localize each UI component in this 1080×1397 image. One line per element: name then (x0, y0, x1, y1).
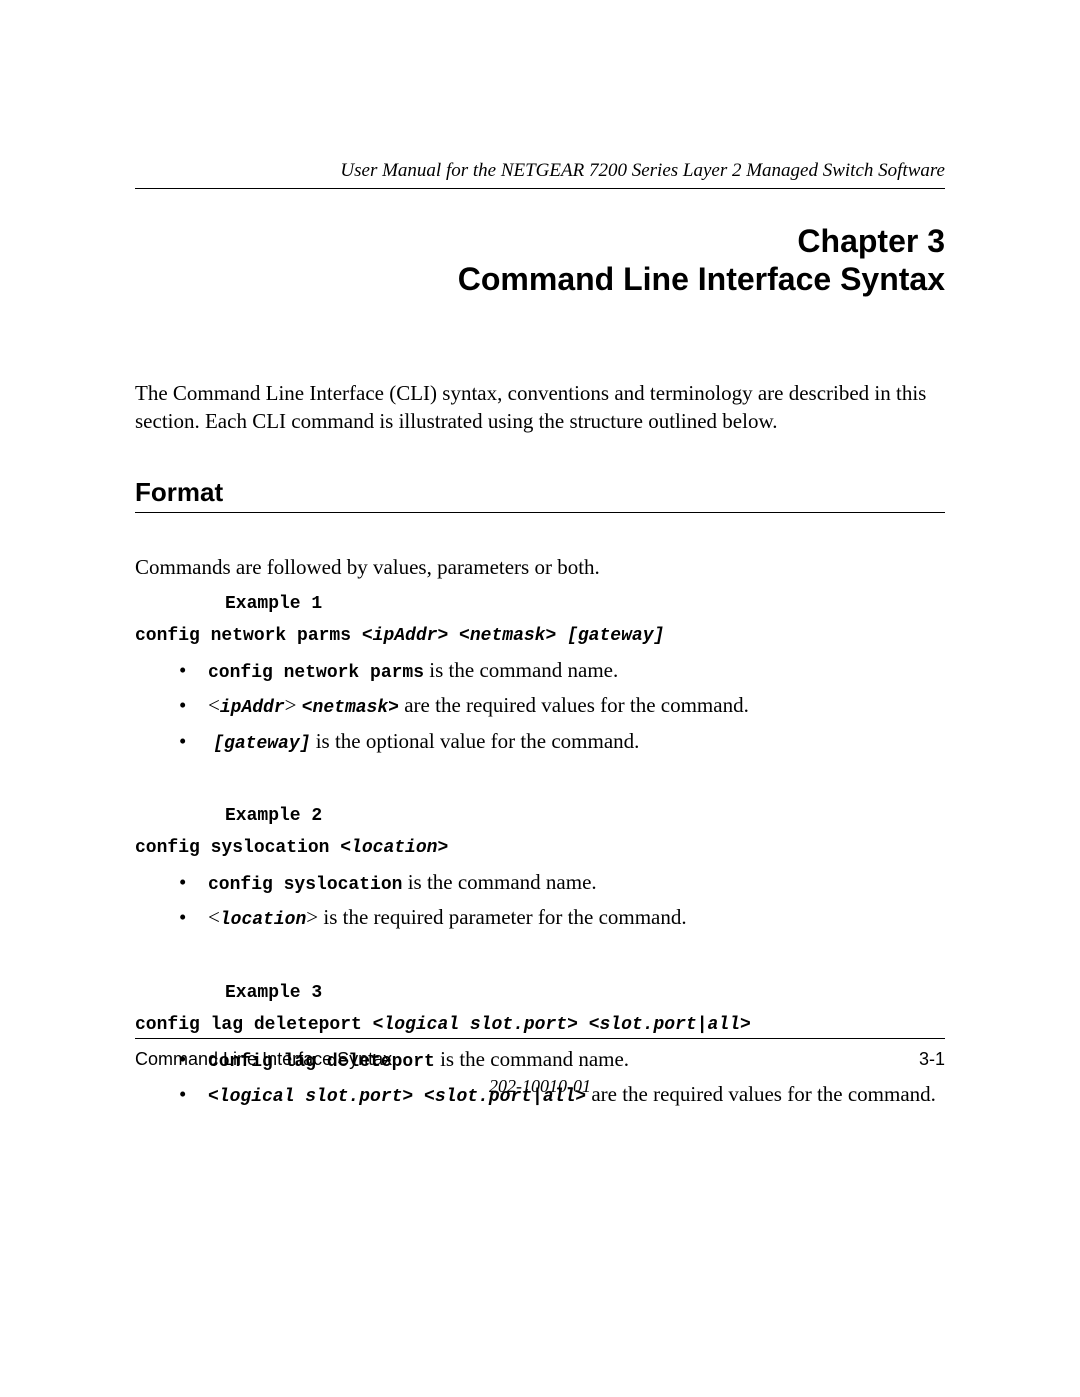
example3-label: Example 3 (225, 983, 945, 1003)
example1-label: Example 1 (225, 594, 945, 614)
example1-b1-cmd: config network parms (208, 663, 424, 683)
example1-bullets: config network parms is the command name… (175, 656, 945, 756)
angle-close: > (740, 1015, 751, 1035)
angle-open: < (208, 693, 220, 717)
example3-cmd-arg2: slot.port|all (600, 1015, 740, 1035)
example2-cmd-arg: location (351, 838, 437, 858)
running-header: User Manual for the NETGEAR 7200 Series … (135, 160, 945, 189)
footer-section-title: Command Line Interface Syntax (135, 1049, 392, 1070)
example1-b3-arg: [gateway] (213, 734, 310, 754)
list-item: config network parms is the command name… (175, 656, 945, 685)
page-content: User Manual for the NETGEAR 7200 Series … (0, 0, 1080, 1109)
section-heading-format: Format (135, 477, 945, 513)
example1-b2-arg2: <netmask> (302, 698, 399, 718)
example2-label: Example 2 (225, 806, 945, 826)
footer-doc-number: 202-10010-01 (135, 1076, 945, 1097)
example1-b3-text: is the optional value for the command. (310, 729, 639, 753)
footer-row: Command Line Interface Syntax 3-1 (135, 1049, 945, 1070)
example1-cmd-name: config network parms (135, 626, 362, 646)
angle-close: > (437, 838, 448, 858)
example2-command: config syslocation <location> (135, 838, 945, 858)
lead-text: Commands are followed by values, paramet… (135, 555, 945, 580)
example1-cmd-args: <ipAddr> <netmask> [gateway] (362, 626, 664, 646)
example2-b2-text: is the required parameter for the comman… (318, 905, 687, 929)
example1-b2-text: are the required values for the command. (399, 693, 749, 717)
page-footer: Command Line Interface Syntax 3-1 202-10… (135, 1038, 945, 1097)
example3-cmd-name: config lag deleteport < (135, 1015, 383, 1035)
example2-cmd-name: config syslocation < (135, 838, 351, 858)
example1-b2-arg1: ipAddr (220, 698, 285, 718)
list-item: <location> is the required parameter for… (175, 903, 945, 932)
example2-b2-arg: location (220, 910, 306, 930)
chapter-number: Chapter 3 (135, 223, 945, 261)
list-item: [gateway] is the optional value for the … (175, 727, 945, 756)
list-item: <ipAddr> <netmask> are the required valu… (175, 691, 945, 720)
angle-mid: > < (567, 1015, 599, 1035)
angle-close: > (306, 905, 318, 929)
example3-command: config lag deleteport <logical slot.port… (135, 1015, 945, 1035)
list-item: config syslocation is the command name. (175, 868, 945, 897)
intro-paragraph: The Command Line Interface (CLI) syntax,… (135, 379, 945, 436)
example2-b1-cmd: config syslocation (208, 875, 402, 895)
chapter-name: Command Line Interface Syntax (135, 261, 945, 299)
example3-cmd-arg1: logical slot.port (383, 1015, 567, 1035)
example2-bullets: config syslocation is the command name. … (175, 868, 945, 933)
example1-command: config network parms <ipAddr> <netmask> … (135, 626, 945, 646)
footer-page-number: 3-1 (919, 1049, 945, 1070)
example1-b1-text: is the command name. (424, 658, 618, 682)
chapter-title: Chapter 3 Command Line Interface Syntax (135, 223, 945, 299)
angle-open: < (208, 905, 220, 929)
example2-b1-text: is the command name. (402, 870, 596, 894)
angle-close-sp: > (285, 693, 302, 717)
